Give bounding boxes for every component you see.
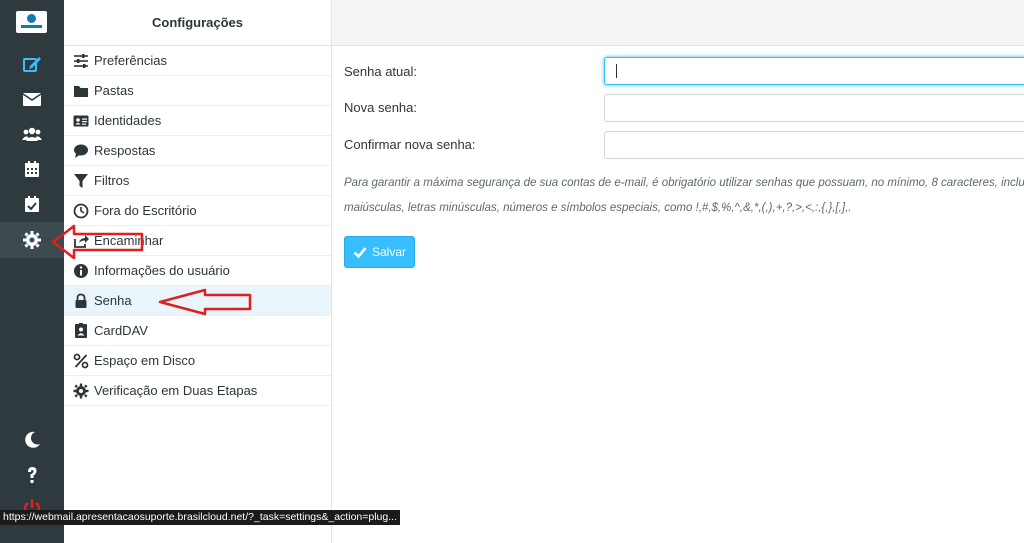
settings-item-verificacao-em-duas-etapas[interactable]: Verificação em Duas Etapas	[64, 376, 331, 406]
password-form: Senha atual: Nova senha: Confirmar nova …	[332, 46, 1024, 543]
settings-item-label: Filtros	[94, 173, 130, 188]
info-icon	[72, 262, 90, 280]
settings-icon	[23, 231, 41, 249]
compose-button[interactable]	[0, 46, 64, 82]
settings-item-label: Identidades	[94, 113, 162, 128]
hint-line-2: maiúsculas, letras minúsculas, números e…	[344, 202, 852, 214]
settings-item-label: Verificação em Duas Etapas	[94, 383, 258, 398]
settings-item-label: Informações do usuário	[94, 263, 230, 278]
contacts-button[interactable]	[0, 116, 64, 152]
gear-icon	[72, 382, 90, 400]
settings-panel: Configurações Preferências Pastas Identi…	[64, 0, 332, 543]
current-password-label: Senha atual:	[344, 63, 418, 79]
settings-item-label: CardDAV	[94, 323, 148, 338]
logout-button[interactable]	[0, 492, 64, 510]
settings-item-label: Senha	[94, 293, 132, 308]
settings-item-filtros[interactable]: Filtros	[64, 166, 331, 196]
settings-item-preferencias[interactable]: Preferências	[64, 46, 331, 76]
settings-item-label: Preferências	[94, 53, 167, 68]
new-password-row: Nova senha:	[344, 92, 604, 122]
moon-icon	[25, 431, 40, 448]
clock-icon	[72, 202, 90, 220]
logo-text-bar	[21, 25, 42, 28]
tasks-icon	[25, 196, 39, 212]
panel-title: Configurações	[64, 0, 331, 46]
password-policy-hint: Para garantir a máxima segurança de sua …	[344, 171, 1024, 221]
confirm-password-input[interactable]	[604, 131, 1024, 159]
logo-mark	[27, 14, 36, 23]
current-password-row: Senha atual:	[344, 56, 604, 86]
comment-icon	[72, 142, 90, 160]
annotation-arrow-senha	[158, 288, 252, 316]
settings-item-label: Fora do Escritório	[94, 203, 197, 218]
percent-icon	[72, 352, 90, 370]
sliders-icon	[72, 52, 90, 70]
settings-item-pastas[interactable]: Pastas	[64, 76, 331, 106]
settings-item-fora-do-escritorio[interactable]: Fora do Escritório	[64, 196, 331, 226]
settings-item-carddav[interactable]: CardDAV	[64, 316, 331, 346]
hint-line-1: Para garantir a máxima segurança de sua …	[344, 177, 1024, 189]
confirm-password-row: Confirmar nova senha:	[344, 129, 604, 159]
lock-icon	[72, 292, 90, 310]
annotation-arrow-settings	[51, 224, 144, 260]
contact-card-icon	[72, 322, 90, 340]
save-button-label: Salvar	[371, 245, 406, 259]
folder-icon	[72, 82, 90, 100]
calendar-button[interactable]	[0, 151, 64, 187]
text-caret	[616, 64, 617, 78]
mail-icon	[22, 93, 42, 106]
new-password-input[interactable]	[604, 94, 1024, 122]
check-icon	[353, 247, 367, 259]
app-rail	[0, 0, 64, 543]
tasks-button[interactable]	[0, 186, 64, 222]
settings-item-identidades[interactable]: Identidades	[64, 106, 331, 136]
help-icon	[28, 467, 37, 483]
compose-icon	[23, 57, 41, 72]
power-icon	[23, 499, 41, 510]
new-password-label: Nova senha:	[344, 99, 417, 115]
browser-status-url: https://webmail.apresentacaosuporte.bras…	[0, 510, 400, 525]
id-card-icon	[72, 112, 90, 130]
app-logo[interactable]	[16, 11, 47, 33]
confirm-password-label: Confirmar nova senha:	[344, 136, 476, 152]
current-password-input[interactable]	[604, 57, 1024, 85]
dark-mode-button[interactable]	[0, 422, 64, 458]
settings-item-label: Espaço em Disco	[94, 353, 196, 368]
settings-item-label: Pastas	[94, 83, 134, 98]
save-button[interactable]: Salvar	[344, 236, 415, 268]
settings-item-espaco-em-disco[interactable]: Espaço em Disco	[64, 346, 331, 376]
calendar-icon	[25, 161, 39, 177]
settings-item-label: Respostas	[94, 143, 156, 158]
settings-item-respostas[interactable]: Respostas	[64, 136, 331, 166]
help-button[interactable]	[0, 457, 64, 493]
mail-button[interactable]	[0, 81, 64, 117]
filter-icon	[72, 172, 90, 190]
contacts-icon	[22, 127, 42, 141]
content-header	[332, 0, 1024, 46]
